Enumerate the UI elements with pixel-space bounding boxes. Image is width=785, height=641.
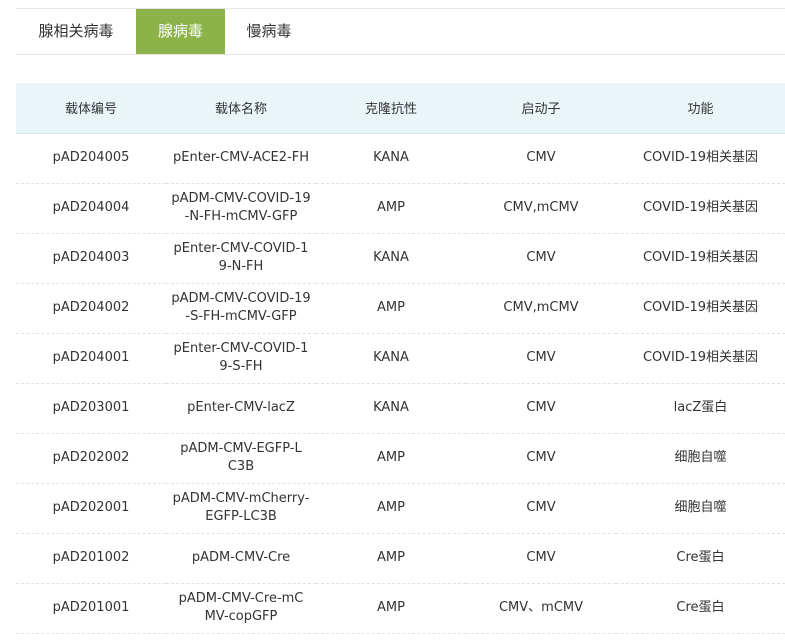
cell-promoter: CMV xyxy=(466,383,616,434)
table-row: pAD202002 pADM-CMV-EGFP-LC3B AMP CMV 细胞自… xyxy=(16,433,785,484)
cell-promoter: CMV xyxy=(466,533,616,584)
cell-vector-id: pAD204001 xyxy=(16,333,166,384)
cell-promoter: CMV xyxy=(466,483,616,534)
cell-vector-name: pEnter-CMV-ACE2-FH xyxy=(166,133,316,184)
vector-name-text: pADM-CMV-mCherry-EGFP-LC3B xyxy=(172,491,310,524)
header-vector-id: 载体编号 xyxy=(16,83,166,134)
cell-vector-id: pAD204004 xyxy=(16,183,166,234)
cell-resistance: AMP xyxy=(316,183,466,234)
header-function: 功能 xyxy=(616,83,785,134)
cell-resistance: AMP xyxy=(316,283,466,334)
cell-vector-id: pAD204002 xyxy=(16,283,166,334)
table-row: pAD203001 pEnter-CMV-lacZ KANA CMV lacZ蛋… xyxy=(16,383,785,434)
vector-table: 载体编号 载体名称 克隆抗性 启动子 功能 pAD204005 pEnter-C… xyxy=(16,83,785,634)
cell-vector-name: pADM-CMV-Cre xyxy=(166,533,316,584)
cell-resistance: AMP xyxy=(316,583,466,634)
cell-vector-id: pAD202002 xyxy=(16,433,166,484)
table-header-row: 载体编号 载体名称 克隆抗性 启动子 功能 xyxy=(16,83,785,134)
table-row: pAD204003 pEnter-CMV-COVID-19-N-FH KANA … xyxy=(16,233,785,284)
cell-function: Cre蛋白 xyxy=(616,583,785,634)
cell-resistance: AMP xyxy=(316,533,466,584)
cell-resistance: AMP xyxy=(316,483,466,534)
category-tabs: 腺相关病毒 腺病毒 慢病毒 xyxy=(16,9,785,55)
cell-resistance: AMP xyxy=(316,433,466,484)
cell-resistance: KANA xyxy=(316,133,466,184)
header-vector-name: 载体名称 xyxy=(166,83,316,134)
cell-vector-name: pADM-CMV-Cre-mCMV-copGFP xyxy=(166,583,316,634)
cell-vector-name: pADM-CMV-COVID-19-N-FH-mCMV-GFP xyxy=(166,183,316,234)
cell-function: COVID-19相关基因 xyxy=(616,333,785,384)
table-row: pAD202001 pADM-CMV-mCherry-EGFP-LC3B AMP… xyxy=(16,483,785,534)
tab-aav[interactable]: 腺相关病毒 xyxy=(16,9,136,54)
cell-vector-name: pEnter-CMV-lacZ xyxy=(166,383,316,434)
cell-resistance: KANA xyxy=(316,383,466,434)
cell-vector-name: pADM-CMV-mCherry-EGFP-LC3B xyxy=(166,483,316,534)
vector-name-text: pADM-CMV-EGFP-LC3B xyxy=(180,441,302,474)
cell-resistance: KANA xyxy=(316,233,466,284)
vector-name-text: pEnter-CMV-COVID-19-N-FH xyxy=(173,241,309,274)
cell-vector-id: pAD203001 xyxy=(16,383,166,434)
cell-vector-name: pADM-CMV-COVID-19-S-FH-mCMV-GFP xyxy=(166,283,316,334)
table-row: pAD201002 pADM-CMV-Cre AMP CMV Cre蛋白 xyxy=(16,533,785,584)
table-row: pAD204005 pEnter-CMV-ACE2-FH KANA CMV CO… xyxy=(16,133,785,184)
cell-function: Cre蛋白 xyxy=(616,533,785,584)
table-row: pAD201001 pADM-CMV-Cre-mCMV-copGFP AMP C… xyxy=(16,583,785,634)
cell-vector-id: pAD201001 xyxy=(16,583,166,634)
cell-vector-name: pEnter-CMV-COVID-19-N-FH xyxy=(166,233,316,284)
cell-vector-name: pADM-CMV-EGFP-LC3B xyxy=(166,433,316,484)
cell-function: COVID-19相关基因 xyxy=(616,183,785,234)
cell-promoter: CMV xyxy=(466,133,616,184)
cell-function: COVID-19相关基因 xyxy=(616,233,785,284)
cell-vector-id: pAD201002 xyxy=(16,533,166,584)
table-row: pAD204004 pADM-CMV-COVID-19-N-FH-mCMV-GF… xyxy=(16,183,785,234)
cell-promoter: CMV,mCMV xyxy=(466,183,616,234)
cell-vector-id: pAD204003 xyxy=(16,233,166,284)
vector-table-container: 载体编号 载体名称 克隆抗性 启动子 功能 pAD204005 pEnter-C… xyxy=(16,83,785,634)
cell-promoter: CMV xyxy=(466,233,616,284)
table-row: pAD204002 pADM-CMV-COVID-19-S-FH-mCMV-GF… xyxy=(16,283,785,334)
tab-adenovirus[interactable]: 腺病毒 xyxy=(136,9,225,54)
vector-name-text: pADM-CMV-COVID-19-N-FH-mCMV-GFP xyxy=(171,191,311,224)
cell-promoter: CMV xyxy=(466,433,616,484)
cell-promoter: CMV xyxy=(466,333,616,384)
cell-function: 细胞自噬 xyxy=(616,483,785,534)
tab-lentivirus[interactable]: 慢病毒 xyxy=(225,9,313,54)
cell-function: lacZ蛋白 xyxy=(616,383,785,434)
cell-vector-id: pAD202001 xyxy=(16,483,166,534)
cell-function: 细胞自噬 xyxy=(616,433,785,484)
cell-promoter: CMV、mCMV xyxy=(466,583,616,634)
cell-vector-name: pEnter-CMV-COVID-19-S-FH xyxy=(166,333,316,384)
cell-vector-id: pAD204005 xyxy=(16,133,166,184)
cell-resistance: KANA xyxy=(316,333,466,384)
cell-function: COVID-19相关基因 xyxy=(616,283,785,334)
vector-name-text: pADM-CMV-Cre-mCMV-copGFP xyxy=(178,591,304,624)
vector-name-text: pADM-CMV-COVID-19-S-FH-mCMV-GFP xyxy=(171,291,311,324)
header-resistance: 克隆抗性 xyxy=(316,83,466,134)
cell-promoter: CMV,mCMV xyxy=(466,283,616,334)
vector-name-text: pEnter-CMV-COVID-19-S-FH xyxy=(173,341,309,374)
cell-function: COVID-19相关基因 xyxy=(616,133,785,184)
header-promoter: 启动子 xyxy=(466,83,616,134)
table-row: pAD204001 pEnter-CMV-COVID-19-S-FH KANA … xyxy=(16,333,785,384)
